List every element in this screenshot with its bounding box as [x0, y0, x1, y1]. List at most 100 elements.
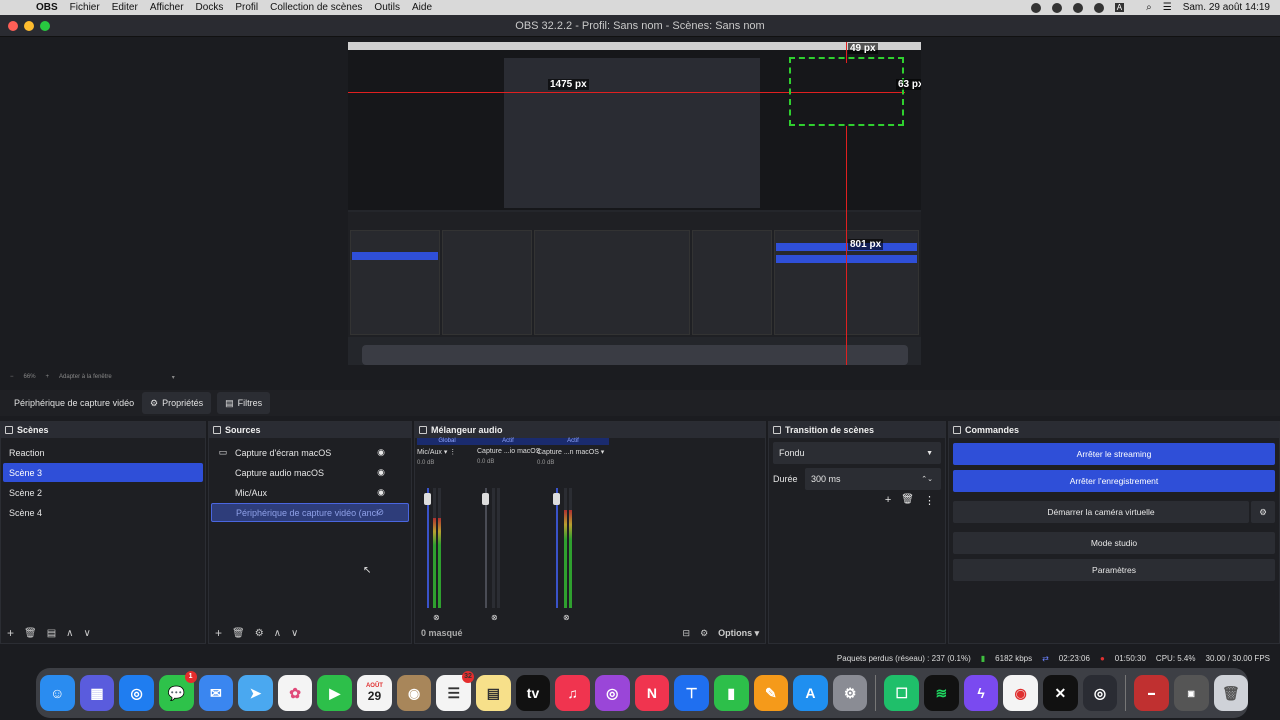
- capcut-icon[interactable]: ✕: [1042, 675, 1078, 711]
- visibility-eye-icon[interactable]: ◉: [377, 467, 385, 478]
- volume-fader[interactable]: [556, 488, 558, 608]
- maps-icon[interactable]: ➤: [238, 675, 273, 711]
- facetime-green-icon[interactable]: ☐: [884, 675, 920, 711]
- input-source-indicator[interactable]: A: [1114, 3, 1125, 12]
- status-icon-4[interactable]: [1093, 2, 1104, 13]
- music-icon[interactable]: ♫: [555, 675, 590, 711]
- visibility-eye-icon[interactable]: ◉: [377, 487, 385, 498]
- status-icon-1[interactable]: [1030, 2, 1041, 13]
- reminders-icon[interactable]: ☰ 32: [436, 671, 475, 711]
- clock[interactable]: Sam. 29 août 14:19: [1183, 2, 1270, 13]
- menu-outils[interactable]: Outils: [374, 2, 400, 13]
- spotify-icon[interactable]: ≋: [924, 675, 959, 711]
- menu-obs[interactable]: OBS: [36, 2, 58, 13]
- remove-transition-button[interactable]: 🗑: [901, 494, 914, 507]
- apple-tv-icon[interactable]: tv: [515, 675, 551, 711]
- menu-fichier[interactable]: Fichier: [70, 2, 100, 13]
- monitor-headphones-icon[interactable]: ⊗: [433, 613, 440, 622]
- mixer-options-button[interactable]: Options ▾: [718, 628, 759, 639]
- scene-item[interactable]: Scène 2: [3, 483, 203, 502]
- messenger-icon[interactable]: ϟ: [963, 675, 999, 711]
- add-scene-button[interactable]: +: [7, 626, 14, 640]
- studio-mode-button[interactable]: Mode studio: [953, 532, 1275, 554]
- news-icon[interactable]: N: [634, 675, 670, 711]
- menu-editer[interactable]: Editer: [112, 2, 138, 13]
- podcasts-icon[interactable]: ◎: [594, 675, 630, 711]
- menu-aide[interactable]: Aide: [412, 2, 432, 13]
- start-virtual-camera-button[interactable]: Démarrer la caméra virtuelle: [953, 501, 1249, 523]
- menu-collection[interactable]: Collection de scènes: [270, 2, 362, 13]
- app-store-icon[interactable]: A: [793, 675, 828, 711]
- system-settings-icon[interactable]: ⚙: [832, 675, 868, 711]
- scene-item[interactable]: Reaction: [3, 443, 203, 462]
- photos-icon[interactable]: ✿: [277, 675, 313, 711]
- move-down-icon[interactable]: ∨: [84, 628, 91, 639]
- preview-area[interactable]: 49 px 1475 px 63 px 801 px: [0, 37, 1280, 370]
- settings-button[interactable]: Paramètres: [953, 559, 1275, 581]
- zoom-out-button[interactable]: −: [10, 374, 14, 380]
- virtual-camera-settings-gear-icon[interactable]: ⚙: [1251, 501, 1275, 523]
- scene-item-selected[interactable]: Scène 3: [3, 463, 203, 482]
- obs-icon[interactable]: ◎: [1082, 675, 1118, 711]
- remove-scene-button[interactable]: 🗑: [24, 628, 37, 639]
- status-icon-2[interactable]: [1051, 2, 1062, 13]
- fader-knob[interactable]: [553, 493, 560, 505]
- source-item[interactable]: Mic/Aux ◉: [211, 483, 409, 502]
- numbers-icon[interactable]: ▮: [713, 675, 749, 711]
- selection-bounding-box[interactable]: [789, 57, 904, 126]
- channel-name[interactable]: Capture ...io macOS: [477, 448, 540, 455]
- stop-streaming-button[interactable]: Arrêter le streaming: [953, 443, 1275, 465]
- channel-name[interactable]: Capture ...n macOS ▾: [537, 448, 609, 456]
- minimize-window-button[interactable]: [24, 21, 34, 31]
- monitor-headphones-icon[interactable]: ⊗: [563, 613, 570, 622]
- contacts-icon[interactable]: ◉: [396, 675, 432, 711]
- mail-icon[interactable]: ✉: [198, 675, 234, 711]
- fader-knob[interactable]: [424, 493, 431, 505]
- mixer-layout-icon[interactable]: ⊟: [683, 628, 691, 639]
- scene-item[interactable]: Scène 4: [3, 503, 203, 522]
- status-icon-3[interactable]: [1072, 2, 1083, 13]
- search-icon[interactable]: ⌕: [1146, 2, 1152, 13]
- finder-icon[interactable]: ☺: [40, 675, 75, 711]
- trash-icon[interactable]: 🗑: [1213, 675, 1249, 711]
- source-item[interactable]: Capture audio macOS ◉: [211, 463, 409, 482]
- chrome-icon[interactable]: ◉: [1003, 675, 1038, 711]
- control-center-icon[interactable]: ☰: [1163, 2, 1172, 13]
- launchpad-icon[interactable]: ▦: [79, 675, 115, 711]
- volume-fader[interactable]: [427, 488, 429, 608]
- visibility-eye-icon[interactable]: ◉: [377, 447, 385, 458]
- menu-afficher[interactable]: Afficher: [150, 2, 184, 13]
- volume-fader[interactable]: [485, 488, 487, 608]
- add-transition-button[interactable]: +: [885, 494, 891, 507]
- zoom-in-button[interactable]: +: [46, 374, 50, 380]
- recent-image-icon[interactable]: ▣: [1173, 675, 1209, 711]
- move-up-icon[interactable]: ∧: [274, 628, 281, 639]
- source-item[interactable]: ▭ Capture d'écran macOS ◉: [211, 443, 409, 462]
- zoom-window-button[interactable]: [40, 21, 50, 31]
- messages-icon[interactable]: 💬 1: [158, 671, 197, 711]
- calendar-icon[interactable]: AOÛT 29: [357, 675, 392, 711]
- hidden-eye-icon[interactable]: ⊘: [376, 507, 384, 518]
- zoom-fit-button[interactable]: Adapter à la fenêtre: [59, 374, 112, 380]
- source-item-selected[interactable]: Périphérique de capture vidéo (ancien ⊘: [211, 503, 409, 522]
- source-properties-button[interactable]: ⚙: [255, 628, 264, 639]
- fader-knob[interactable]: [482, 493, 489, 505]
- zoom-dropdown-icon[interactable]: ▾: [172, 374, 175, 381]
- duration-input[interactable]: 300 ms ⌃⌄: [805, 468, 941, 490]
- properties-button[interactable]: ⚙ Propriétés: [142, 392, 212, 414]
- menu-profil[interactable]: Profil: [235, 2, 258, 13]
- filters-button[interactable]: ▤ Filtres: [217, 392, 271, 414]
- close-window-button[interactable]: [8, 21, 18, 31]
- transition-menu-icon[interactable]: ⋮: [924, 494, 935, 507]
- monitor-headphones-icon[interactable]: ⊗: [491, 613, 498, 622]
- keynote-icon[interactable]: ⊤: [674, 675, 709, 711]
- menu-docks[interactable]: Docks: [196, 2, 224, 13]
- transition-type-select[interactable]: Fondu ▼: [773, 442, 941, 464]
- notes-icon[interactable]: ▤: [476, 675, 511, 711]
- remove-source-button[interactable]: 🗑: [232, 628, 245, 639]
- safari-icon[interactable]: ◎: [119, 675, 154, 711]
- facetime-icon[interactable]: ▶: [317, 675, 353, 711]
- pages-icon[interactable]: ✎: [753, 675, 789, 711]
- stepper-icon[interactable]: ⌃⌄: [921, 475, 933, 483]
- stop-recording-button[interactable]: Arrêter l'enregistrement: [953, 470, 1275, 492]
